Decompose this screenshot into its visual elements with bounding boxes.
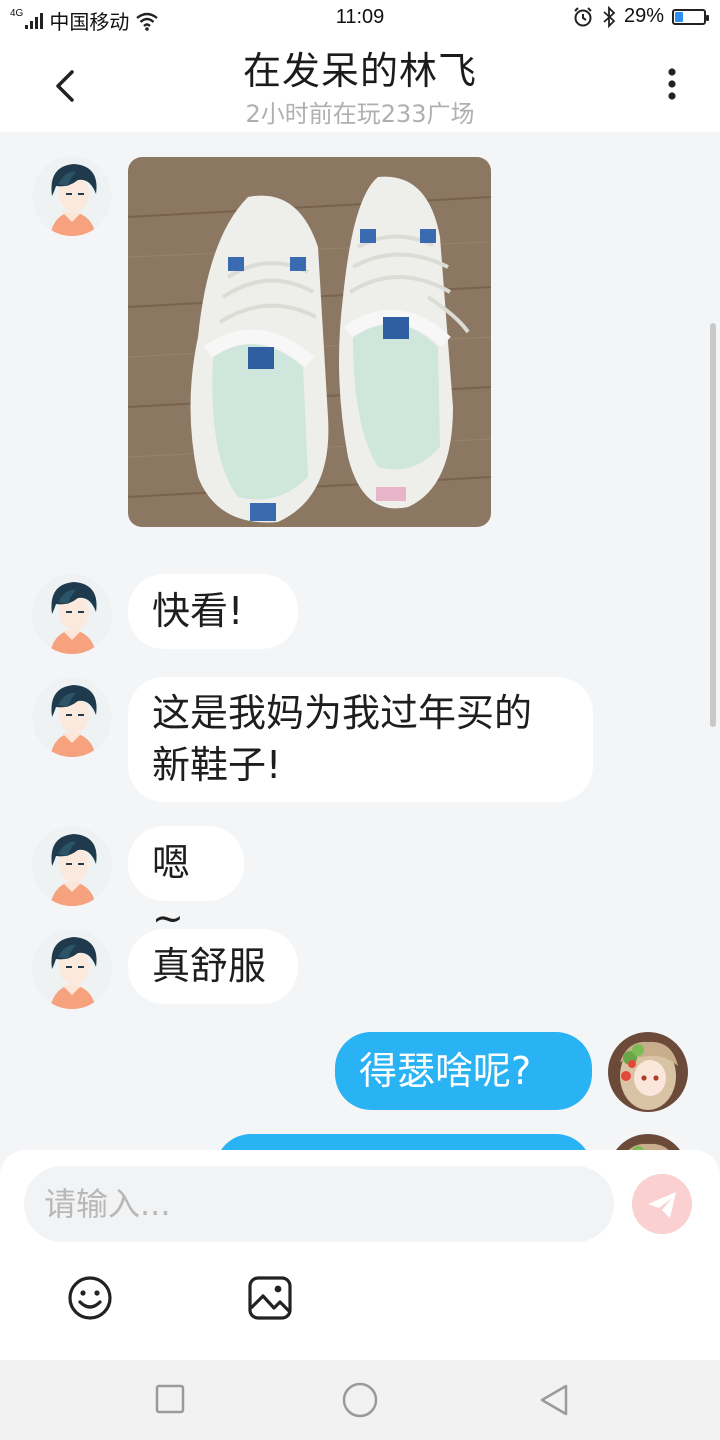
battery-icon — [672, 8, 709, 25]
avatar[interactable] — [32, 826, 112, 906]
sneakers-photo — [128, 157, 491, 527]
my-message-bubble[interactable]: 得瑟啥呢? — [335, 1032, 592, 1110]
send-button[interactable] — [632, 1174, 692, 1234]
bluetooth-icon — [603, 5, 616, 28]
my-avatar[interactable] — [608, 1032, 688, 1112]
avatar[interactable] — [32, 677, 112, 757]
message-bubble[interactable]: 嗯~ — [128, 826, 244, 940]
scrollbar[interactable] — [710, 323, 716, 727]
message-text-line: 新鞋子! — [152, 743, 282, 787]
more-vertical-icon[interactable] — [650, 62, 694, 114]
alarm-icon — [574, 6, 592, 26]
chat-header: 在发呆的林飞 2小时前在玩233广场 — [0, 36, 720, 132]
message-input[interactable] — [24, 1166, 614, 1242]
image-icon[interactable] — [246, 1274, 294, 1322]
avatar[interactable] — [32, 929, 112, 1009]
message-list[interactable]: 快看! 这是我妈为我过年买的 新鞋子! 嗯~ 真舒服 得瑟啥呢? — [0, 132, 720, 1152]
message-composer — [0, 1150, 720, 1360]
battery-percent: 29% — [623, 5, 664, 27]
message-bubble[interactable]: 这是我妈为我过年买的 新鞋子! — [128, 677, 593, 802]
message-bubble[interactable]: 快看! — [128, 574, 298, 649]
chat-title: 在发呆的林飞 — [242, 49, 477, 93]
system-nav-bar — [0, 1360, 720, 1440]
emoji-icon[interactable] — [66, 1274, 114, 1322]
home-icon[interactable] — [338, 1378, 382, 1422]
avatar[interactable] — [32, 156, 112, 236]
message-text: 得瑟啥呢? — [359, 1049, 532, 1093]
send-icon — [648, 1192, 676, 1218]
image-message[interactable] — [128, 157, 491, 527]
back-icon[interactable] — [532, 1378, 576, 1422]
message-text: 真舒服 — [152, 944, 267, 988]
status-bar: 4G 中国移动 11:09 29% — [0, 0, 720, 36]
message-text: 嗯~ — [152, 841, 191, 940]
chat-subtitle: 2小时前在玩233广场 — [245, 100, 475, 128]
recent-apps-icon[interactable] — [148, 1378, 192, 1422]
battery-level — [675, 11, 683, 22]
avatar[interactable] — [32, 574, 112, 654]
message-text: 快看! — [152, 589, 244, 633]
message-bubble[interactable]: 真舒服 — [128, 929, 298, 1004]
status-right: 29% — [572, 5, 709, 28]
message-text-line: 这是我妈为我过年买的 — [152, 691, 533, 735]
